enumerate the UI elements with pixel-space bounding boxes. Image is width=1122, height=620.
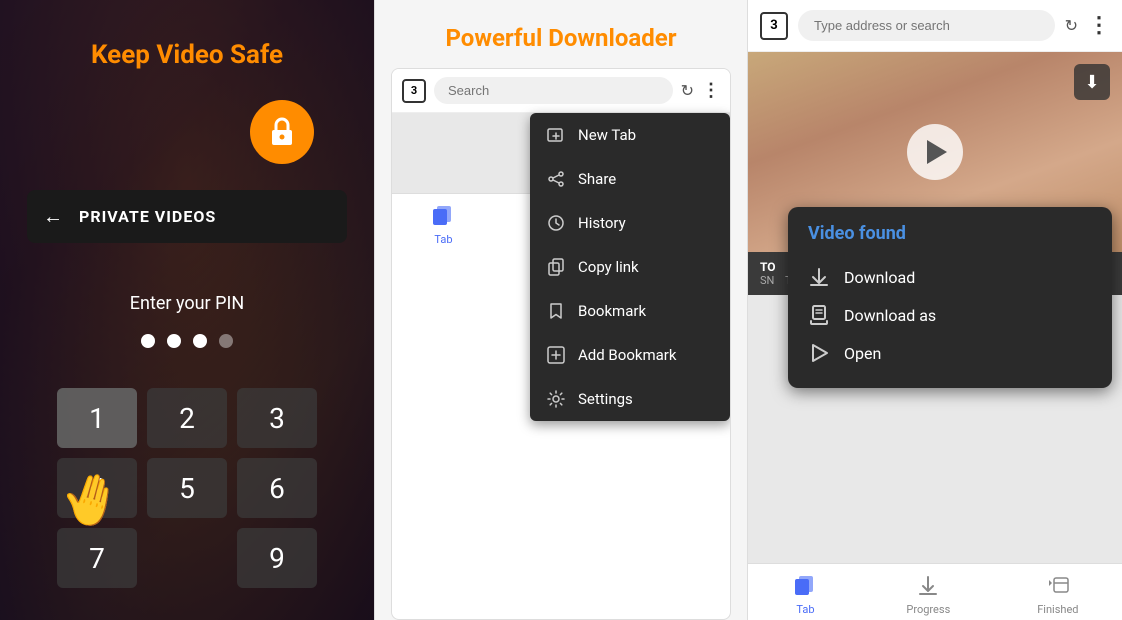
play-button[interactable] (907, 124, 963, 180)
lock-icon (264, 114, 300, 150)
menu-item-bookmark[interactable]: Bookmark (530, 289, 730, 333)
panel-private-videos: Keep Video Safe ← PRIVATE VIDEOS Enter y… (0, 0, 374, 620)
pin-dot-2 (167, 334, 181, 348)
menu-item-share[interactable]: Share (530, 157, 730, 201)
pin-dot-1 (141, 334, 155, 348)
vf-option-download-as[interactable]: Download as (808, 296, 1092, 334)
pin-key-6[interactable]: 6 (237, 458, 317, 518)
pin-key-3[interactable]: 3 (237, 388, 317, 448)
panel-video-found: 3 ↻ ⋮ ⬇ TO ON SN Top Video found (748, 0, 1122, 620)
video-found-title: Video found (808, 223, 1092, 244)
browser-search-input[interactable] (434, 77, 673, 104)
p3-tab-count-badge[interactable]: 3 (760, 12, 788, 40)
p3-finished-icon (1044, 572, 1072, 600)
add-bookmark-icon (546, 345, 566, 365)
video-found-popup: Video found Download (788, 207, 1112, 388)
browser-bar: 3 ↻ ⋮ (392, 69, 730, 113)
menu-item-settings-label: Settings (578, 390, 633, 408)
p3-nav-finished[interactable]: Finished (1037, 572, 1078, 616)
download-icon (808, 266, 830, 288)
pin-key-5[interactable]: 5 (147, 458, 227, 518)
p3-progress-label: Progress (906, 603, 950, 616)
p3-menu-icon[interactable]: ⋮ (1088, 13, 1110, 38)
download-as-icon (808, 304, 830, 326)
back-arrow-icon[interactable]: ← (43, 204, 63, 229)
panel3-browser-bar: 3 ↻ ⋮ (748, 0, 1122, 52)
p3-nav-progress[interactable]: Progress (906, 572, 950, 616)
p3-nav-tab[interactable]: Tab (791, 572, 819, 616)
panel-downloader: Powerful Downloader 3 ↻ ⋮ New Tab (374, 0, 748, 620)
browser-refresh-icon[interactable]: ↻ (681, 81, 694, 100)
p3-finished-label: Finished (1037, 603, 1078, 616)
menu-item-add-bookmark-label: Add Bookmark (578, 346, 676, 364)
menu-item-settings[interactable]: Settings (530, 377, 730, 421)
lock-badge (250, 100, 314, 164)
panel2-title-part1: Powerful (445, 24, 548, 52)
p3-search-input[interactable] (798, 10, 1055, 41)
vf-option-open-label: Open (844, 344, 881, 363)
menu-item-add-bookmark[interactable]: Add Bookmark (530, 333, 730, 377)
pin-key-9[interactable]: 9 (237, 528, 317, 588)
panel1-title-highlight: Safe (230, 40, 283, 70)
p3-tab-label: Tab (796, 603, 814, 616)
menu-item-new-tab[interactable]: New Tab (530, 113, 730, 157)
nav-tab-tab[interactable]: Tab (429, 202, 457, 246)
thumbnail-download-icon[interactable]: ⬇ (1074, 64, 1110, 100)
pin-key-1[interactable]: 1 (57, 388, 137, 448)
vf-option-open[interactable]: Open (808, 334, 1092, 372)
pin-section: Enter your PIN (130, 293, 244, 388)
nav-tab-tab-label: Tab (434, 233, 452, 246)
menu-item-new-tab-label: New Tab (578, 126, 636, 144)
vf-option-download-label: Download (844, 268, 915, 287)
private-videos-bar: ← PRIVATE VIDEOS (27, 190, 347, 243)
history-icon (546, 213, 566, 233)
open-icon (808, 342, 830, 364)
bookmark-icon (546, 301, 566, 321)
new-tab-icon (546, 125, 566, 145)
panel1-heading: Keep Video Safe (91, 40, 283, 70)
panel1-title-text: Keep Video (91, 40, 230, 70)
private-videos-title: PRIVATE VIDEOS (79, 207, 216, 226)
pin-key-7[interactable]: 7 (57, 528, 137, 588)
menu-item-copy-link-label: Copy link (578, 258, 639, 276)
pin-key-empty (147, 528, 227, 588)
pin-dot-4 (219, 334, 233, 348)
menu-item-history[interactable]: History (530, 201, 730, 245)
menu-item-share-label: Share (578, 170, 616, 188)
panel3-bottom-nav: Tab Progress Finished (748, 563, 1122, 620)
tab-count-badge[interactable]: 3 (402, 79, 426, 103)
p3-content-area: ⬇ TO ON SN Top Video found Download (748, 52, 1122, 620)
browser-container: 3 ↻ ⋮ New Tab (391, 68, 731, 620)
panel2-title-highlight: Downloader (548, 24, 676, 52)
menu-item-history-label: History (578, 214, 626, 232)
p3-refresh-icon[interactable]: ↻ (1065, 16, 1078, 35)
menu-item-copy-link[interactable]: Copy link (530, 245, 730, 289)
browser-menu-icon[interactable]: ⋮ (702, 80, 720, 101)
settings-icon (546, 389, 566, 409)
vf-option-download[interactable]: Download (808, 258, 1092, 296)
menu-item-bookmark-label: Bookmark (578, 302, 646, 320)
vf-option-download-as-label: Download as (844, 306, 936, 325)
p3-progress-icon (914, 572, 942, 600)
play-triangle-icon (927, 140, 947, 164)
panel2-heading: Powerful Downloader (375, 0, 747, 68)
p3-tab-icon (791, 572, 819, 600)
pin-dot-3 (193, 334, 207, 348)
pin-key-2[interactable]: 2 (147, 388, 227, 448)
tab-icon (429, 202, 457, 230)
share-icon (546, 169, 566, 189)
pin-dots (141, 334, 233, 348)
copy-link-icon (546, 257, 566, 277)
pin-label: Enter your PIN (130, 293, 244, 314)
context-menu: New Tab Share (530, 113, 730, 421)
